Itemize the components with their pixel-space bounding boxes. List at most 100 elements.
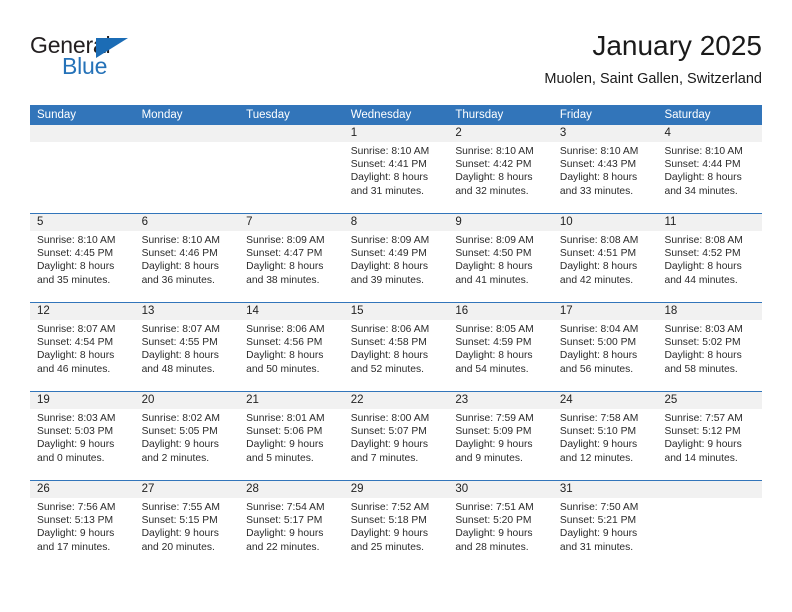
- day-details: Sunrise: 8:09 AM Sunset: 4:47 PM Daylight:…: [239, 231, 344, 287]
- daylight-text-line1: Daylight: 9 hours: [559, 439, 638, 451]
- sunrise-text: Sunrise: 8:10 AM: [350, 146, 430, 157]
- calendar-day-cell[interactable]: 14 Sunrise: 8:06 AM Sunset: 4:56 PM Dayligh…: [239, 303, 344, 391]
- day-number: 29: [343, 481, 449, 498]
- calendar-day-cell[interactable]: 26 Sunrise: 7:56 AM Sunset: 5:13 PM Dayligh…: [30, 481, 135, 569]
- daylight-text-line2: and 35 minutes.: [37, 274, 111, 286]
- sunrise-text: Sunrise: 8:10 AM: [141, 235, 220, 246]
- daylight-text-line2: and 2 minutes.: [141, 452, 210, 464]
- day-details: Sunrise: 8:10 AM Sunset: 4:43 PM Daylight:…: [553, 142, 658, 198]
- calendar-day-cell[interactable]: 16 Sunrise: 8:05 AM Sunset: 4:59 PM Dayligh…: [448, 303, 553, 391]
- calendar-day-cell[interactable]: 23 Sunrise: 7:59 AM Sunset: 5:09 PM Dayligh…: [448, 392, 553, 480]
- sunset-text: Sunset: 4:42 PM: [455, 159, 532, 171]
- sunrise-text: Sunrise: 8:08 AM: [559, 235, 639, 246]
- weekday-header-sunday: Sunday: [37, 109, 77, 121]
- weekday-header-saturday: Saturday: [664, 109, 711, 121]
- calendar-day-cell[interactable]: 4 Sunrise: 8:10 AM Sunset: 4:44 PM Daylight…: [657, 125, 763, 213]
- sunrise-text: Sunrise: 8:03 AM: [664, 324, 743, 335]
- calendar-day-cell[interactable]: 27 Sunrise: 7:55 AM Sunset: 5:15 PM Dayligh…: [134, 481, 240, 569]
- daylight-text-line2: and 32 minutes.: [455, 185, 529, 197]
- calendar-day-cell[interactable]: 9 Sunrise: 8:09 AM Sunset: 4:50 PM Daylight…: [448, 214, 553, 302]
- sunset-text: Sunset: 4:44 PM: [664, 159, 741, 171]
- calendar-day-cell[interactable]: 18 Sunrise: 8:03 AM Sunset: 5:02 PM Dayligh…: [657, 303, 763, 391]
- day-number: 3: [552, 125, 658, 142]
- sunset-text: Sunset: 4:47 PM: [246, 248, 323, 260]
- sunset-text: Sunset: 4:45 PM: [37, 248, 114, 260]
- day-details: Sunrise: 7:55 AM Sunset: 5:15 PM Daylight:…: [135, 498, 240, 554]
- day-number: 5: [30, 214, 135, 231]
- daylight-text-line1: Daylight: 8 hours: [141, 350, 219, 362]
- sunset-text: Sunset: 5:12 PM: [664, 426, 741, 438]
- calendar-day-cell[interactable]: 19 Sunrise: 8:03 AM Sunset: 5:03 PM Dayligh…: [30, 392, 135, 480]
- sunset-text: Sunset: 5:15 PM: [141, 515, 218, 527]
- sunset-text: Sunset: 4:52 PM: [664, 248, 741, 260]
- sunset-text: Sunset: 5:13 PM: [37, 515, 114, 527]
- day-number: 28: [239, 481, 344, 498]
- daylight-text-line1: Daylight: 8 hours: [246, 350, 324, 362]
- day-details: Sunrise: 8:09 AM Sunset: 4:49 PM Daylight:…: [344, 231, 449, 287]
- calendar-week-row: 19 Sunrise: 8:03 AM Sunset: 5:03 PM Dayligh…: [30, 391, 763, 480]
- sunset-text: Sunset: 5:02 PM: [664, 337, 741, 349]
- sunset-text: Sunset: 4:58 PM: [350, 337, 427, 349]
- daylight-text-line2: and 56 minutes.: [559, 363, 634, 375]
- daylight-text-line2: and 20 minutes.: [141, 541, 215, 553]
- day-number: [134, 125, 240, 142]
- calendar-day-cell[interactable]: 28 Sunrise: 7:54 AM Sunset: 5:17 PM Dayligh…: [239, 481, 344, 569]
- daylight-text-line1: Daylight: 9 hours: [664, 439, 742, 451]
- calendar-day-cell[interactable]: 13 Sunrise: 8:07 AM Sunset: 4:55 PM Dayligh…: [134, 303, 240, 391]
- daylight-text-line2: and 48 minutes.: [141, 363, 215, 375]
- daylight-text-line1: Daylight: 9 hours: [350, 528, 429, 540]
- calendar-day-cell[interactable]: 15 Sunrise: 8:06 AM Sunset: 4:58 PM Dayligh…: [343, 303, 449, 391]
- daylight-text-line1: Daylight: 8 hours: [559, 172, 638, 184]
- sunrise-text: Sunrise: 8:07 AM: [37, 324, 116, 335]
- day-details: Sunrise: 7:59 AM Sunset: 5:09 PM Daylight:…: [448, 409, 553, 465]
- calendar-weeks: 1 Sunrise: 8:10 AM Sunset: 4:41 PM Daylight…: [30, 125, 763, 569]
- page-subtitle: Muolen, Saint Gallen, Switzerland: [544, 71, 762, 87]
- weekday-header-thursday: Thursday: [455, 109, 504, 121]
- daylight-text-line2: and 31 minutes.: [559, 541, 634, 553]
- calendar-day-cell[interactable]: 21 Sunrise: 8:01 AM Sunset: 5:06 PM Dayligh…: [239, 392, 344, 480]
- calendar-day-cell[interactable]: 24 Sunrise: 7:58 AM Sunset: 5:10 PM Dayligh…: [552, 392, 658, 480]
- day-number: 2: [448, 125, 553, 142]
- day-details: Sunrise: 8:10 AM Sunset: 4:45 PM Daylight:…: [30, 231, 135, 287]
- sunrise-text: Sunrise: 8:10 AM: [559, 146, 639, 157]
- calendar-day-cell[interactable]: 5 Sunrise: 8:10 AM Sunset: 4:45 PM Daylight…: [30, 214, 135, 302]
- calendar-day-cell[interactable]: 2 Sunrise: 8:10 AM Sunset: 4:42 PM Daylight…: [448, 125, 553, 213]
- weekday-header-monday: Monday: [141, 109, 183, 121]
- title-block: January 2025 Muolen, Saint Gallen, Switz…: [544, 28, 762, 89]
- calendar-day-cell[interactable]: 11 Sunrise: 8:08 AM Sunset: 4:52 PM Dayligh…: [657, 214, 763, 302]
- daylight-text-line2: and 9 minutes.: [455, 452, 523, 464]
- day-number: 27: [134, 481, 240, 498]
- calendar-day-cell[interactable]: 8 Sunrise: 8:09 AM Sunset: 4:49 PM Daylight…: [343, 214, 449, 302]
- calendar-day-cell[interactable]: 29 Sunrise: 7:52 AM Sunset: 5:18 PM Dayligh…: [343, 481, 449, 569]
- daylight-text-line1: Daylight: 8 hours: [350, 172, 429, 184]
- calendar-day-cell[interactable]: 22 Sunrise: 8:00 AM Sunset: 5:07 PM Dayligh…: [343, 392, 449, 480]
- calendar-day-cell[interactable]: 6 Sunrise: 8:10 AM Sunset: 4:46 PM Daylight…: [134, 214, 240, 302]
- calendar-day-cell[interactable]: 7 Sunrise: 8:09 AM Sunset: 4:47 PM Daylight…: [239, 214, 344, 302]
- calendar-day-cell[interactable]: 3 Sunrise: 8:10 AM Sunset: 4:43 PM Daylight…: [552, 125, 658, 213]
- sunrise-text: Sunrise: 7:52 AM: [350, 502, 430, 513]
- daylight-text-line2: and 36 minutes.: [141, 274, 215, 286]
- calendar-day-cell[interactable]: 20 Sunrise: 8:02 AM Sunset: 5:05 PM Dayligh…: [134, 392, 240, 480]
- sunset-text: Sunset: 4:50 PM: [455, 248, 532, 260]
- day-number: 26: [30, 481, 135, 498]
- calendar-day-cell[interactable]: 1 Sunrise: 8:10 AM Sunset: 4:41 PM Daylight…: [343, 125, 449, 213]
- sunset-text: Sunset: 4:43 PM: [559, 159, 637, 171]
- sunset-text: Sunset: 5:17 PM: [246, 515, 323, 527]
- daylight-text-line2: and 41 minutes.: [455, 274, 529, 286]
- calendar-day-cell[interactable]: 17 Sunrise: 8:04 AM Sunset: 5:00 PM Dayligh…: [552, 303, 658, 391]
- calendar-day-cell[interactable]: 25 Sunrise: 7:57 AM Sunset: 5:12 PM Dayligh…: [657, 392, 763, 480]
- daylight-text-line1: Daylight: 9 hours: [559, 528, 638, 540]
- calendar-day-cell[interactable]: 30 Sunrise: 7:51 AM Sunset: 5:20 PM Dayligh…: [448, 481, 553, 569]
- page-title: January 2025: [592, 30, 762, 61]
- daylight-text-line2: and 17 minutes.: [37, 541, 111, 553]
- sunrise-text: Sunrise: 8:03 AM: [37, 413, 116, 424]
- day-details: Sunrise: 8:01 AM Sunset: 5:06 PM Daylight:…: [239, 409, 344, 465]
- calendar-day-cell[interactable]: 12 Sunrise: 8:07 AM Sunset: 4:54 PM Dayligh…: [30, 303, 135, 391]
- sunset-text: Sunset: 5:06 PM: [246, 426, 323, 438]
- calendar-day-cell[interactable]: 31 Sunrise: 7:50 AM Sunset: 5:21 PM Dayligh…: [552, 481, 658, 569]
- calendar-week-row: 26 Sunrise: 7:56 AM Sunset: 5:13 PM Dayligh…: [30, 480, 763, 569]
- daylight-text-line1: Daylight: 9 hours: [246, 528, 324, 540]
- day-number: 13: [134, 303, 240, 320]
- calendar-day-cell[interactable]: 10 Sunrise: 8:08 AM Sunset: 4:51 PM Dayligh…: [552, 214, 658, 302]
- daylight-text-line2: and 5 minutes.: [246, 452, 314, 464]
